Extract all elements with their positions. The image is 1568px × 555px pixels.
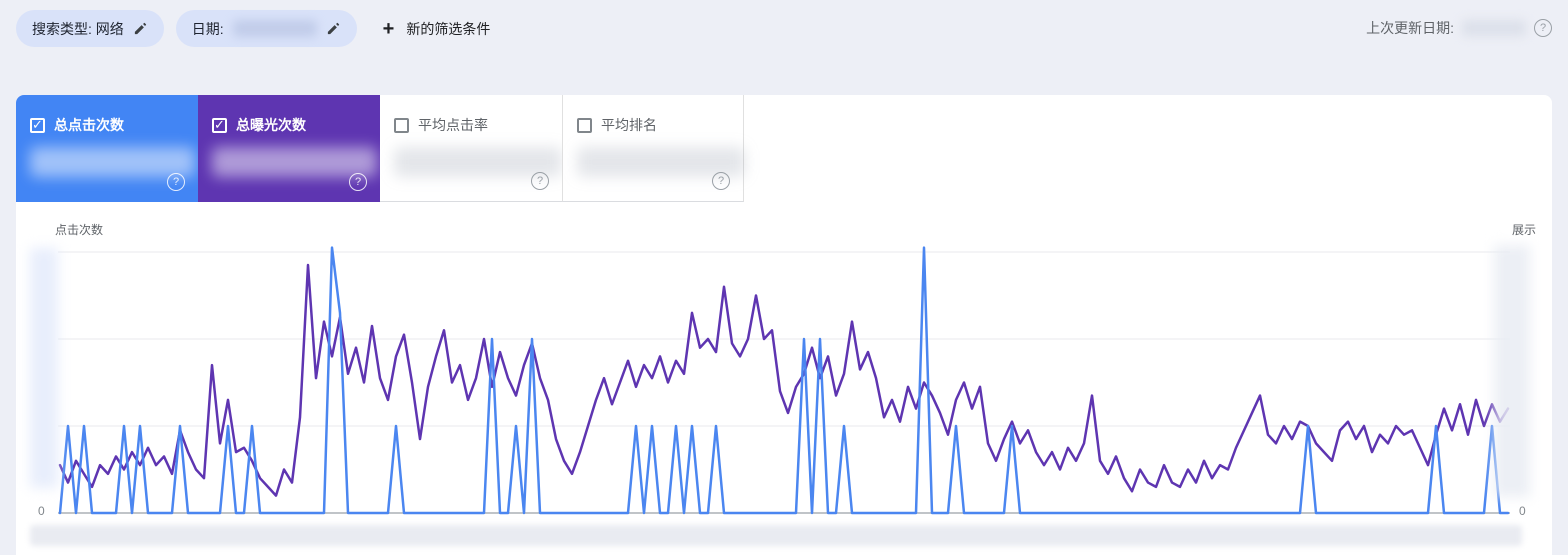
filter-bar: 搜索类型: 网络 日期: + 新的筛选条件	[16, 10, 490, 47]
last-updated-info: 上次更新日期: ?	[1366, 18, 1552, 38]
metric-label: 总曝光次数	[236, 117, 306, 133]
help-icon[interactable]: ?	[167, 173, 185, 191]
help-icon[interactable]: ?	[1534, 19, 1552, 37]
tab-total-clicks[interactable]: ✓ 总点击次数 ?	[16, 95, 198, 202]
tab-average-ctr[interactable]: ✓ 平均点击率 ?	[380, 95, 562, 202]
metric-label: 平均排名	[601, 117, 657, 133]
left-axis-title: 点击次数	[55, 223, 104, 237]
new-filter-label: 新的筛选条件	[406, 20, 491, 37]
search-type-filter-label: 搜索类型: 网络	[32, 20, 124, 37]
last-updated-label: 上次更新日期:	[1366, 20, 1454, 36]
last-updated-value-redacted	[1462, 20, 1526, 36]
right-axis-title: 展示	[1512, 223, 1537, 237]
metric-value-redacted	[212, 147, 377, 177]
performance-line-chart[interactable]	[58, 246, 1510, 518]
search-type-filter-chip[interactable]: 搜索类型: 网络	[16, 10, 164, 47]
metric-value-redacted	[30, 147, 195, 177]
help-icon[interactable]: ?	[531, 172, 549, 190]
x-axis-date-labels-redacted	[30, 525, 1522, 546]
checkbox-unchecked-icon[interactable]: ✓	[394, 117, 409, 133]
edit-pencil-icon[interactable]	[326, 21, 341, 36]
help-icon[interactable]: ?	[712, 172, 730, 190]
performance-report-card: ✓ 总点击次数 ? ✓ 总曝光次数 ? ✓ 平均点击率 ? ✓ 平均排名 ? 点…	[16, 95, 1552, 555]
right-axis-ticks-redacted	[1494, 245, 1530, 497]
date-filter-chip[interactable]: 日期:	[175, 10, 357, 47]
right-axis-zero-label: 0	[1519, 504, 1526, 518]
tab-total-impressions[interactable]: ✓ 总曝光次数 ?	[198, 95, 380, 202]
checkbox-unchecked-icon[interactable]: ✓	[577, 117, 592, 133]
new-filter-button[interactable]: + 新的筛选条件	[383, 19, 491, 39]
edit-pencil-icon[interactable]	[133, 21, 148, 36]
metric-label: 平均点击率	[418, 117, 488, 133]
tab-average-position[interactable]: ✓ 平均排名 ?	[562, 95, 745, 202]
left-axis-zero-label: 0	[38, 504, 45, 518]
date-filter-label: 日期:	[191, 20, 224, 37]
metric-tabs: ✓ 总点击次数 ? ✓ 总曝光次数 ? ✓ 平均点击率 ? ✓ 平均排名 ?	[16, 95, 1552, 202]
checkbox-checked-icon[interactable]: ✓	[212, 117, 227, 133]
checkbox-checked-icon[interactable]: ✓	[30, 117, 45, 133]
left-axis-ticks-redacted	[30, 248, 58, 488]
plus-icon: +	[382, 17, 395, 40]
help-icon[interactable]: ?	[349, 173, 367, 191]
date-filter-value-redacted	[232, 20, 317, 37]
metric-label: 总点击次数	[54, 117, 124, 133]
